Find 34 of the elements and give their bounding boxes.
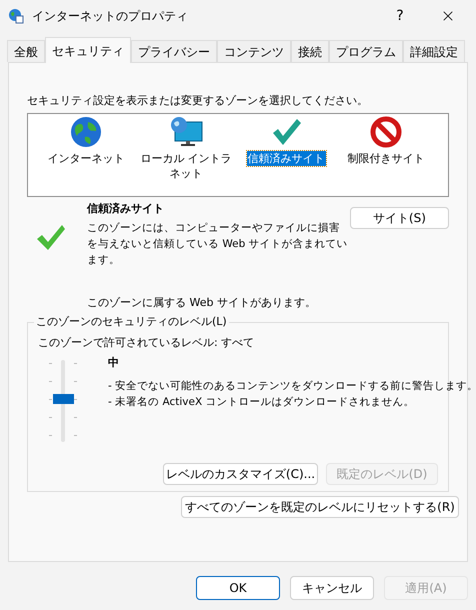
customize-level-button[interactable]: レベルのカスタマイズ(C)... [163,462,318,484]
cancel-button[interactable]: キャンセル [290,576,374,600]
tab[interactable]: 接続 [291,40,329,62]
level-description: - 安全でない可能性のあるコンテンツをダウンロードする前に警告します。 [108,378,476,394]
ok-button[interactable]: OK [196,576,280,600]
zone-note: このゾーンに属する Web サイトがあります。 [87,295,317,311]
sites-button[interactable]: サイト(S) [350,206,449,228]
zone-item[interactable]: ローカル イントラネット [136,116,236,196]
tab[interactable]: プライバシー [131,40,217,62]
level-description: - 未署名の ActiveX コントロールはダウンロードされません。 [108,394,416,410]
zone-description: このゾーンには、コンピューターやファイルに損害を与えないと信頼している Web サイトが含まれています。 [87,221,349,268]
zone-item[interactable]: インターネット [36,116,136,196]
zone-label: インターネット [46,150,126,166]
tab[interactable]: プログラム [329,40,403,62]
globe-icon [70,116,102,148]
zone-label: ローカル イントラネット [139,150,233,180]
zone-prompt: セキュリティ設定を表示または変更するゾーンを選択してください。 [27,93,369,109]
tab[interactable]: コンテンツ [217,40,291,62]
zone-item[interactable]: 制限付きサイト [336,116,436,196]
tab[interactable]: 全般 [7,40,45,62]
monitor-globe-icon [169,116,203,148]
zone-title: 信頼済みサイト [87,200,165,216]
prohibited-icon [370,116,402,148]
zone-label: 制限付きサイト [346,150,426,166]
help-button[interactable]: ? [380,6,420,26]
reset-all-zones-button[interactable]: すべてのゾーンを既定のレベルにリセットする(R) [181,496,459,518]
tab[interactable]: 詳細設定 [403,40,465,62]
allowed-level: このゾーンで許可されているレベル: すべて [38,334,256,350]
window-title: インターネットのプロパティ [32,8,188,25]
zone-label: 信頼済みサイト [246,150,326,166]
level-name: 中 [108,355,120,371]
app-icon [8,8,24,24]
tab[interactable]: セキュリティ [45,37,131,63]
zone-item[interactable]: 信頼済みサイト [236,116,336,196]
